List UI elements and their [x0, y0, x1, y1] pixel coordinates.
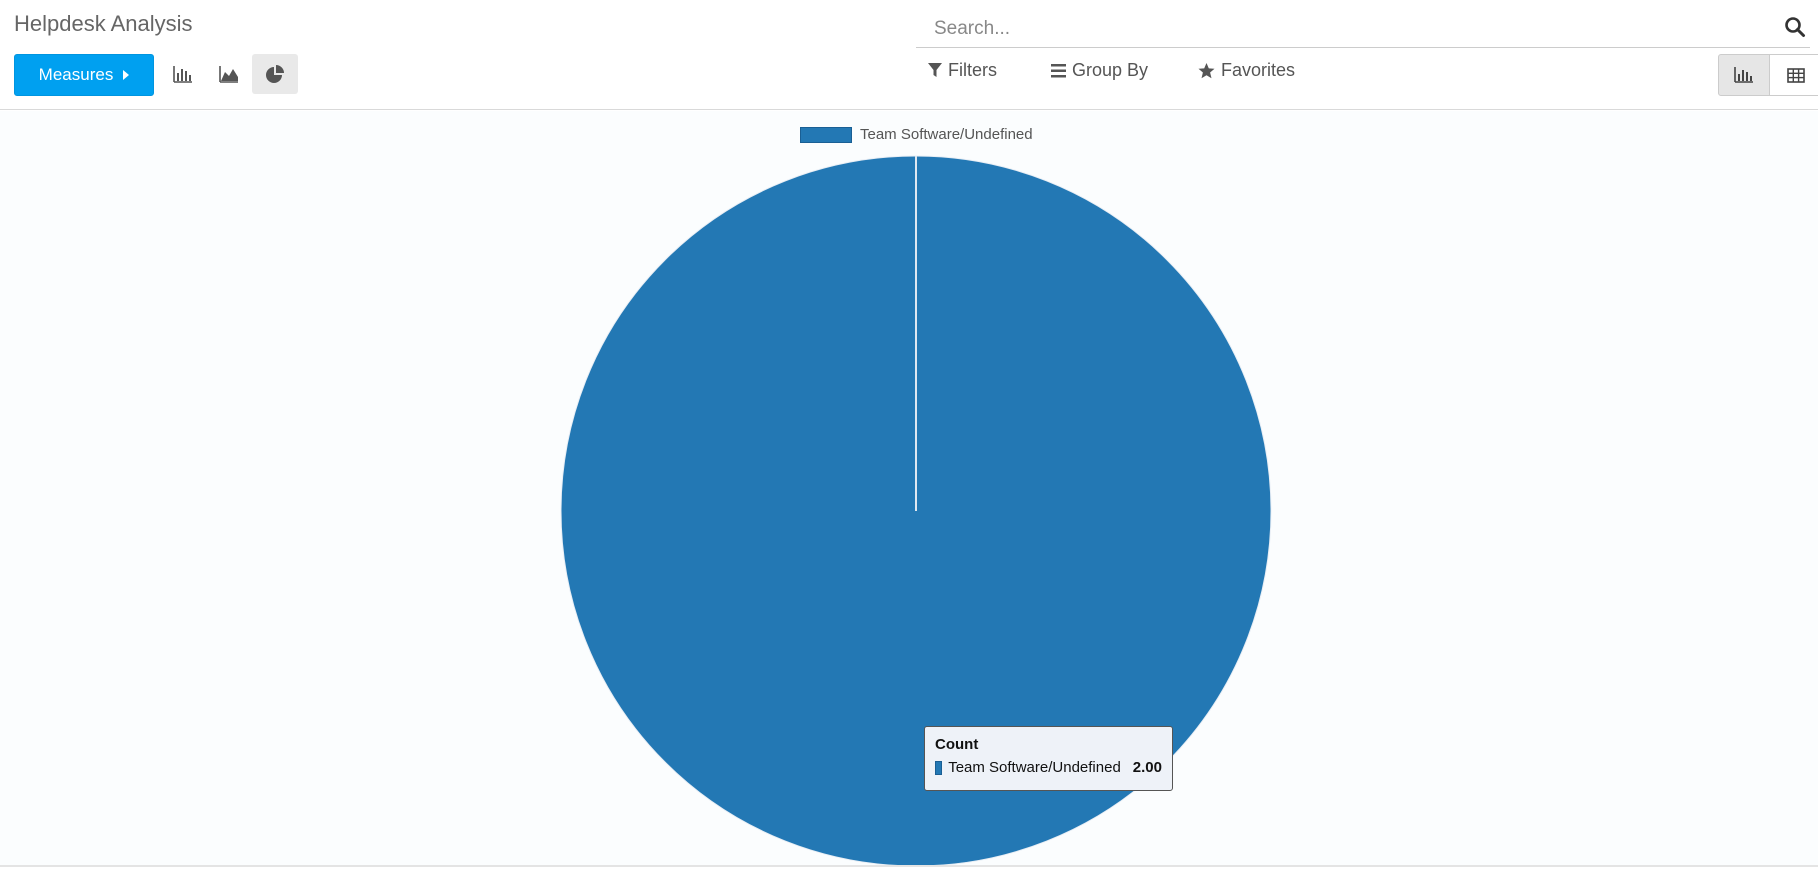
measures-label: Measures [38, 65, 114, 84]
pie-chart [560, 155, 1272, 867]
chart-legend[interactable]: Team Software/Undefined [800, 126, 1033, 143]
tooltip-value: 2.00 [1132, 759, 1162, 776]
list-icon [1051, 63, 1066, 77]
chart-area: Team Software/Undefined Count Team Softw… [0, 111, 1818, 867]
legend-label: Team Software/Undefined [860, 126, 1033, 143]
search-icon[interactable] [1784, 16, 1806, 38]
filter-icon [928, 63, 942, 77]
tooltip-swatch [935, 760, 943, 775]
line-chart-button[interactable] [206, 54, 252, 94]
graph-view-button[interactable] [1718, 54, 1770, 96]
filters-label: Filters [948, 60, 997, 80]
table-icon [1786, 67, 1805, 83]
bar-chart-button[interactable] [160, 54, 206, 94]
control-panel: Helpdesk Analysis Measures [0, 0, 1818, 110]
group-by-button[interactable]: Group By [1051, 60, 1148, 81]
view-switcher [1718, 54, 1818, 96]
page-title: Helpdesk Analysis [14, 11, 193, 36]
pie-chart-button[interactable] [252, 54, 298, 94]
group-by-label: Group By [1072, 60, 1149, 80]
pivot-view-button[interactable] [1770, 54, 1818, 96]
search-bar [916, 10, 1810, 48]
filters-button[interactable]: Filters [928, 60, 997, 81]
tooltip-label: Team Software/Undefined [948, 759, 1121, 776]
pie-chart-icon [266, 65, 284, 83]
chart-tooltip: Count Team Software/Undefined 2.00 [924, 726, 1173, 791]
measures-button[interactable]: Measures [14, 54, 154, 96]
favorites-button[interactable]: Favorites [1198, 60, 1295, 81]
legend-swatch [800, 126, 852, 143]
caret-right-icon [123, 70, 130, 80]
tooltip-row: Team Software/Undefined 2.00 [935, 759, 1162, 776]
star-icon [1198, 62, 1215, 78]
area-chart-icon [219, 66, 238, 83]
search-input[interactable] [932, 16, 1752, 42]
bar-chart-icon [1734, 67, 1753, 83]
bar-chart-icon [173, 66, 192, 83]
tooltip-title: Count [935, 736, 979, 753]
favorites-label: Favorites [1221, 60, 1296, 80]
